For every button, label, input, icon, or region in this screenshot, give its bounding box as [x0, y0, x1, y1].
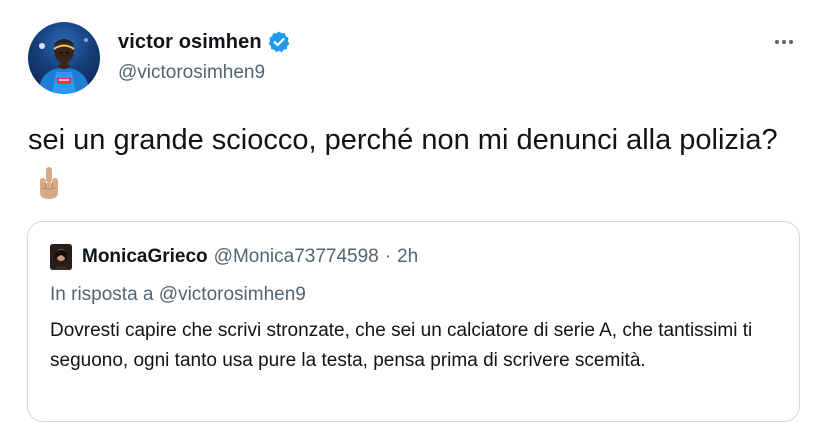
dot — [775, 40, 779, 44]
quoted-tweet-header: MonicaGrieco @Monica73774598 · 2h — [50, 242, 418, 272]
tweet-card: victor osimhen @victorosimhen9 sei un gr… — [0, 0, 821, 445]
profile-photo-icon — [38, 38, 90, 94]
quoted-tweet[interactable]: MonicaGrieco @Monica73774598 · 2h In ris… — [27, 221, 800, 422]
more-options-icon[interactable] — [766, 30, 802, 54]
quoted-author-handle[interactable]: @Monica73774598 — [214, 246, 379, 268]
quoted-tweet-text: Dovresti capire che scrivi stronzate, ch… — [50, 320, 753, 371]
reply-prefix: In risposta a — [50, 284, 154, 305]
quoted-author-avatar[interactable] — [50, 244, 72, 270]
reply-mention[interactable]: @victorosimhen9 — [159, 284, 306, 305]
quoted-timestamp[interactable]: 2h — [397, 246, 418, 268]
quoted-author-name[interactable]: MonicaGrieco — [82, 246, 208, 268]
tweet-body: sei un grande sciocco, perché non mi den… — [28, 124, 778, 156]
dot — [782, 40, 786, 44]
author-block: victor osimhen @victorosimhen9 — [118, 28, 291, 84]
meta-separator: · — [384, 246, 392, 267]
reply-context: In risposta a @victorosimhen9 — [50, 284, 306, 306]
verified-badge-icon — [267, 30, 291, 54]
middle-finger-emoji-icon — [34, 166, 64, 200]
author-name[interactable]: victor osimhen — [118, 31, 262, 54]
tweet-text: sei un grande sciocco, perché non mi den… — [28, 118, 798, 208]
author-avatar[interactable] — [28, 22, 100, 94]
dot — [789, 40, 793, 44]
author-handle[interactable]: @victorosimhen9 — [118, 62, 291, 84]
